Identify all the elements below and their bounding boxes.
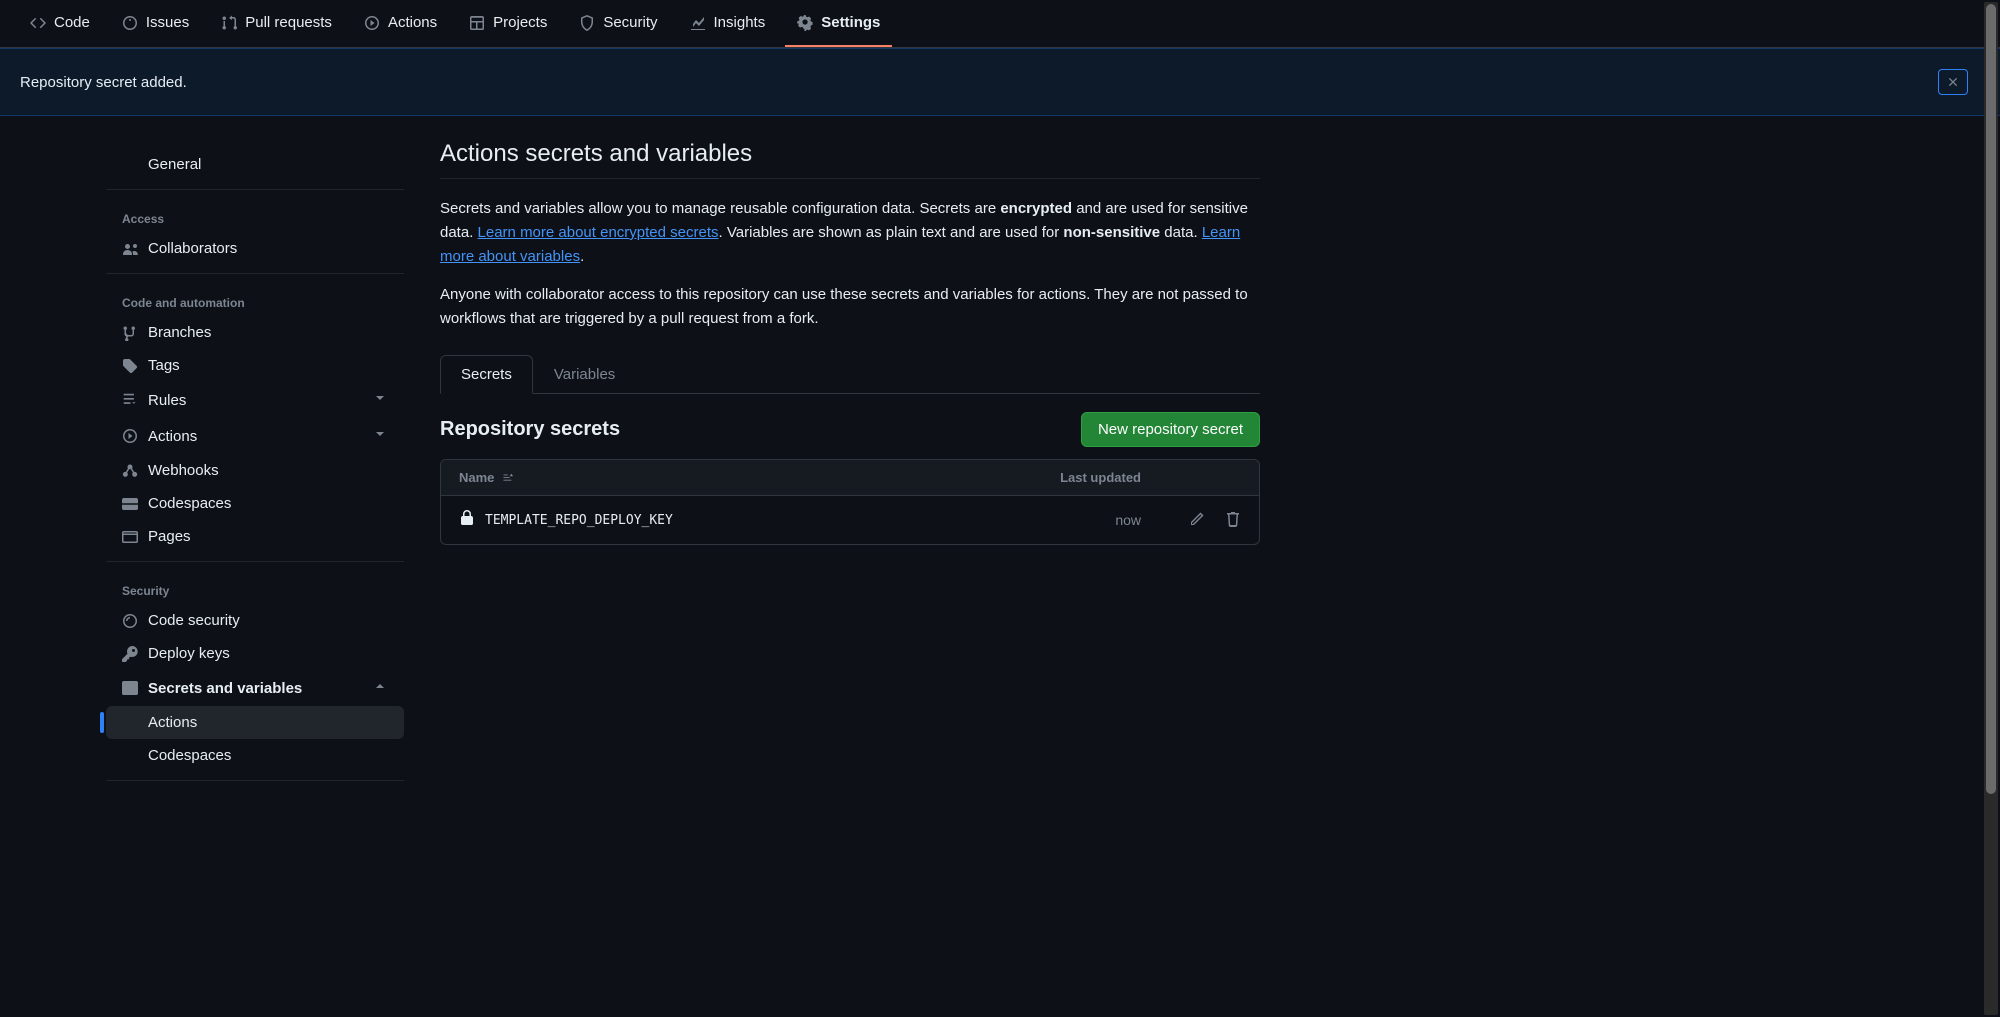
tab-label: Projects [493, 14, 547, 31]
sidebar-item-actions[interactable]: Actions [106, 418, 404, 454]
tab-pull-requests[interactable]: Pull requests [209, 0, 344, 47]
tab-insights[interactable]: Insights [678, 0, 778, 47]
chevron-down-icon [372, 426, 388, 446]
sidebar-item-label: Actions [148, 714, 197, 731]
tab-label: Code [54, 14, 90, 31]
chevron-down-icon [372, 390, 388, 410]
section-title: Repository secrets [440, 418, 620, 441]
sidebar-heading: Security [106, 570, 404, 604]
sidebar-item-tags[interactable]: Tags [106, 349, 404, 382]
asterisk-icon [122, 680, 138, 696]
tab-label: Security [603, 14, 657, 31]
chevron-up-icon [372, 678, 388, 698]
tab-settings[interactable]: Settings [785, 0, 892, 47]
tab-issues[interactable]: Issues [110, 0, 201, 47]
sidebar-item-label: Deploy keys [148, 645, 230, 662]
sidebar-item-label: Actions [148, 428, 197, 445]
pr-icon [221, 15, 237, 31]
sidebar-item-label: Branches [148, 324, 211, 341]
secrets-table: Name Last updated TEMPLATE_REPO_DEPLOY_K… [440, 459, 1260, 545]
dismiss-flash-button[interactable] [1938, 69, 1968, 95]
sidebar-item-label: Pages [148, 528, 191, 545]
sidebar-subitem-actions[interactable]: Actions [106, 706, 404, 739]
main-content: Actions secrets and variables Secrets an… [440, 140, 1260, 781]
browser-icon [122, 529, 138, 545]
sidebar-item-label: Collaborators [148, 240, 237, 257]
sidebar-item-deploy-keys[interactable]: Deploy keys [106, 637, 404, 670]
gear-icon [797, 15, 813, 31]
sidebar-heading: Code and automation [106, 282, 404, 316]
secret-updated: now [1021, 512, 1141, 528]
tab-projects[interactable]: Projects [457, 0, 559, 47]
issue-icon [122, 15, 138, 31]
lock-icon [459, 510, 475, 530]
edit-secret-button[interactable] [1189, 511, 1205, 530]
scan-icon [122, 613, 138, 629]
new-repository-secret-button[interactable]: New repository secret [1081, 412, 1260, 447]
table-header: Name Last updated [441, 460, 1259, 496]
key-icon [122, 646, 138, 662]
sort-icon [500, 471, 514, 485]
play-icon [122, 428, 138, 444]
graph-icon [690, 15, 706, 31]
webhook-icon [122, 463, 138, 479]
sidebar-item-code-security[interactable]: Code security [106, 604, 404, 637]
sidebar-item-label: Rules [148, 392, 186, 409]
scrollbar-thumb[interactable] [1986, 4, 1996, 794]
branch-icon [122, 325, 138, 341]
flash-banner: Repository secret added. [0, 48, 2000, 116]
sidebar-item-general[interactable]: General [106, 148, 404, 181]
sidebar-item-pages[interactable]: Pages [106, 520, 404, 553]
secrets-variables-tabs: Secrets Variables [440, 355, 1260, 394]
sidebar-item-secrets-and-variables[interactable]: Secrets and variables [106, 670, 404, 706]
tab-label: Pull requests [245, 14, 332, 31]
tab-label: Issues [146, 14, 189, 31]
col-name-header[interactable]: Name [459, 470, 961, 485]
secret-name: TEMPLATE_REPO_DEPLOY_KEY [485, 513, 673, 528]
rules-icon [122, 392, 138, 408]
tab-security[interactable]: Security [567, 0, 669, 47]
tab-label: Actions [388, 14, 437, 31]
tab-code[interactable]: Code [18, 0, 102, 47]
sidebar-subitem-codespaces[interactable]: Codespaces [106, 739, 404, 772]
people-icon [122, 241, 138, 257]
col-updated-header: Last updated [961, 470, 1141, 485]
link-encrypted-secrets[interactable]: Learn more about encrypted secrets [478, 224, 719, 241]
delete-secret-button[interactable] [1225, 511, 1241, 530]
sidebar-item-rules[interactable]: Rules [106, 382, 404, 418]
inner-tab-secrets[interactable]: Secrets [440, 355, 533, 394]
close-icon [1946, 75, 1960, 89]
tag-icon [122, 358, 138, 374]
sidebar-item-codespaces[interactable]: Codespaces [106, 487, 404, 520]
sidebar-heading: Access [106, 198, 404, 232]
table-row: TEMPLATE_REPO_DEPLOY_KEY now [441, 496, 1259, 544]
settings-sidebar: General Access Collaborators Code and au… [90, 140, 420, 781]
codespaces-icon [122, 496, 138, 512]
description-1: Secrets and variables allow you to manag… [440, 197, 1260, 269]
table-icon [469, 15, 485, 31]
tab-label: Settings [821, 14, 880, 31]
sidebar-item-label: Secrets and variables [148, 680, 302, 697]
description-2: Anyone with collaborator access to this … [440, 283, 1260, 331]
flash-message: Repository secret added. [20, 74, 187, 91]
sidebar-item-label: Codespaces [148, 495, 231, 512]
scrollbar[interactable] [1984, 2, 1998, 1015]
code-icon [30, 15, 46, 31]
inner-tab-variables[interactable]: Variables [533, 355, 636, 393]
sidebar-item-label: Codespaces [148, 747, 231, 764]
sidebar-item-label: Webhooks [148, 462, 219, 479]
page-title: Actions secrets and variables [440, 140, 1260, 179]
sidebar-item-label: Code security [148, 612, 240, 629]
sidebar-item-webhooks[interactable]: Webhooks [106, 454, 404, 487]
sidebar-item-label: Tags [148, 357, 180, 374]
play-icon [364, 15, 380, 31]
sidebar-item-branches[interactable]: Branches [106, 316, 404, 349]
repo-tabs: Code Issues Pull requests Actions Projec… [0, 0, 2000, 48]
tab-actions[interactable]: Actions [352, 0, 449, 47]
sidebar-item-collaborators[interactable]: Collaborators [106, 232, 404, 265]
tab-label: Insights [714, 14, 766, 31]
sidebar-item-label: General [148, 156, 201, 173]
shield-icon [579, 15, 595, 31]
